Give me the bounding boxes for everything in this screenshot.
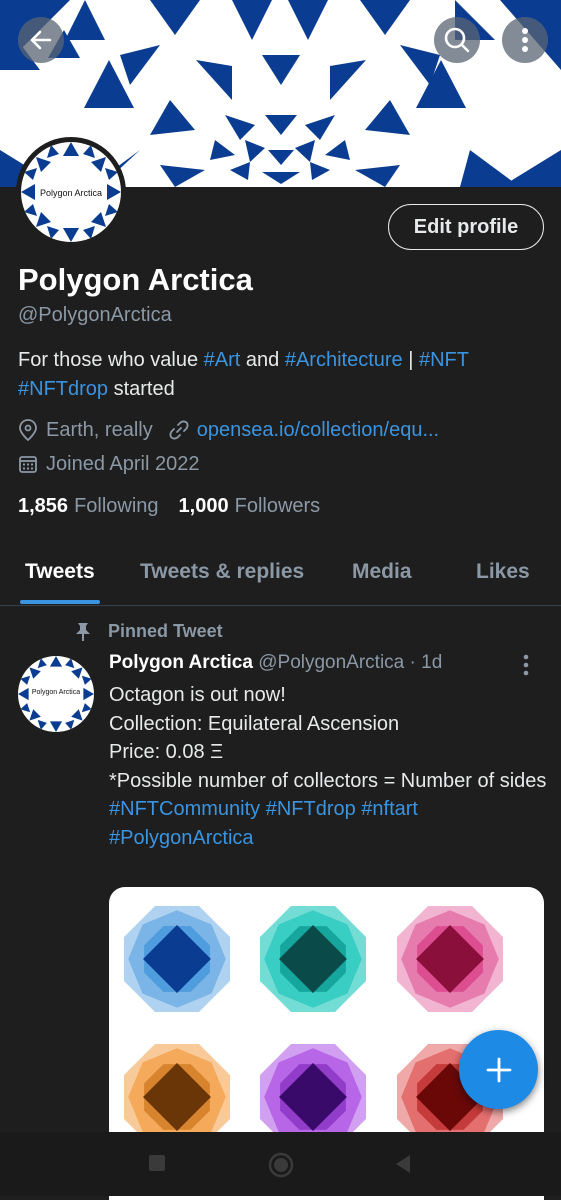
octagon-blue [118,900,236,1018]
hashtag-link[interactable]: #Architecture [285,349,403,371]
pinned-label: Pinned Tweet [74,621,223,642]
bio-text: | [402,349,419,371]
following-count: 1,856 [18,495,69,517]
octagon-pink [391,900,509,1018]
search-button[interactable] [434,17,480,63]
following-link[interactable]: 1,856 Following [18,495,159,518]
location-pin-icon [19,419,37,441]
more-vertical-icon [523,654,529,676]
octagon-teal [254,900,372,1018]
octagon-purple [254,1038,372,1132]
search-icon [444,27,470,53]
profile-joined-date: Joined April 2022 [46,452,200,475]
profile-website-link[interactable]: opensea.io/collection/equ... [197,419,439,442]
profile-joined-row: Joined April 2022 [18,450,199,478]
tab-media[interactable]: Media [352,560,412,584]
compose-tweet-button[interactable] [459,1030,538,1109]
tweet-line: *Possible number of collectors = Number … [109,769,547,792]
profile-avatar[interactable]: Polygon Arctica [16,137,126,247]
pinned-text: Pinned Tweet [108,621,223,641]
following-label: Following [74,495,159,517]
more-options-button[interactable] [502,17,548,63]
tweet-author-name[interactable]: Polygon Arctica [109,652,253,673]
tweet-author-avatar[interactable]: Polygon Arctica [18,656,94,732]
followers-label: Followers [234,495,321,517]
system-navigation-bar [0,1132,561,1196]
link-icon [169,420,189,440]
pin-icon [76,622,90,641]
profile-handle: @PolygonArctica [18,304,172,326]
profile-bio: For those who value #Art and #Architectu… [18,346,548,404]
tweet-body: Octagon is out now! Collection: Equilate… [109,681,549,852]
tweet-line: Price: 0.08 Ξ [109,741,224,763]
tweet-hashtags[interactable]: #NFTCommunity #NFTdrop #nftart [109,795,549,824]
bio-text: and [240,349,285,371]
octagon-orange [118,1038,236,1132]
hashtag-link[interactable]: #NFT [419,349,469,371]
avatar-logo-text: Polygon Arctica [39,188,103,198]
tab-tweets-replies[interactable]: Tweets & replies [140,560,304,584]
hashtag-link[interactable]: #NFTdrop [18,378,108,400]
follow-stats: 1,856 Following 1,000 Followers [18,495,340,518]
profile-meta-row: Earth, really opensea.io/collection/equ.… [18,416,439,444]
tweet-hashtags[interactable]: #PolygonArctica [109,824,549,853]
back-button[interactable] [18,17,64,63]
home-icon[interactable] [268,1152,294,1178]
active-tab-indicator [20,600,100,604]
tweet-more-button[interactable] [522,654,530,681]
profile-tabs: Tweets Tweets & replies Media Likes [0,550,561,606]
followers-link[interactable]: 1,000 Followers [179,495,321,518]
tweet-header: Polygon Arctica @PolygonArctica · 1d [109,652,442,674]
profile-name: Polygon Arctica [18,262,253,297]
tab-likes[interactable]: Likes [476,560,530,584]
bio-text: For those who value [18,349,204,371]
plus-icon [486,1057,511,1082]
avatar-logo-text: Polygon Arctica [31,689,81,696]
tweet-line: Collection: Equilateral Ascension [109,712,400,735]
arrow-left-icon [30,30,52,50]
profile-location: Earth, really [46,418,153,441]
tweet-author-handle: @PolygonArctica [258,652,405,673]
avatar-image: Polygon Arctica [21,142,121,242]
recent-apps-icon[interactable] [148,1154,166,1172]
followers-count: 1,000 [178,495,229,517]
tab-tweets[interactable]: Tweets [25,560,95,584]
edit-profile-button[interactable]: Edit profile [388,204,544,250]
back-nav-icon[interactable] [394,1154,412,1174]
tweet-line: Octagon is out now! [109,684,286,706]
calendar-icon [19,456,37,473]
bio-text: started [108,378,175,400]
tweet-time: · 1d [409,652,443,673]
more-vertical-icon [522,28,528,52]
hashtag-link[interactable]: #Art [204,349,241,371]
media-continuation [109,1196,544,1200]
